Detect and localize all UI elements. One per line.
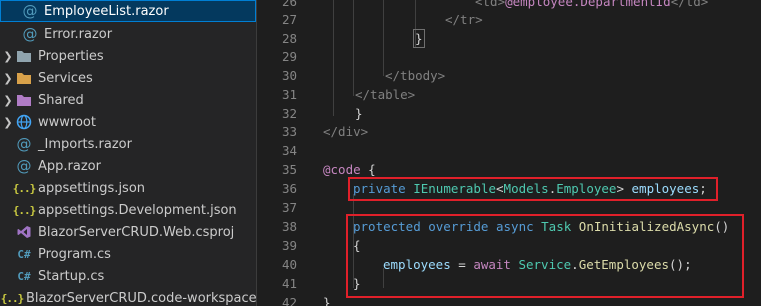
explorer-item-label: Error.razor: [44, 26, 113, 42]
explorer-item-label: BlazorServerCRUD.code-workspace: [26, 290, 256, 306]
explorer-item-app-razor[interactable]: @ App.razor: [0, 155, 256, 177]
code-line: 31 </table>: [257, 85, 761, 104]
line-number: 37: [281, 200, 297, 215]
line-number: 29: [281, 49, 297, 64]
explorer-item-startup-cs[interactable]: C# Startup.cs: [0, 265, 256, 287]
line-number: 38: [281, 219, 297, 234]
explorer-folder-wwwroot[interactable]: ❯ wwwroot: [0, 111, 256, 133]
razor-file-icon: @: [16, 157, 32, 175]
explorer-item-label: appsettings.Development.json: [38, 202, 237, 218]
line-number: 41: [281, 276, 297, 291]
code-line: 34: [257, 141, 761, 160]
csharp-file-icon: C#: [17, 269, 31, 283]
chevron-right-icon: ❯: [3, 49, 13, 63]
folder-icon: [16, 92, 32, 108]
code-line: 30 </tbody>: [257, 66, 761, 85]
web-folder-icon: [16, 114, 32, 130]
code-text: </table>: [355, 87, 416, 102]
highlight-box-field: [348, 177, 718, 201]
workspace-file-icon: {..}: [0, 291, 25, 305]
explorer-folder-services[interactable]: ❯ Services: [0, 67, 256, 89]
folder-icon: [16, 48, 32, 64]
explorer-item-appsettings-development-json[interactable]: {..} appsettings.Development.json: [0, 199, 256, 221]
code-line: 27 </tr>: [257, 10, 761, 29]
explorer-item-label: Services: [38, 70, 93, 86]
explorer-item-code-workspace[interactable]: {..} BlazorServerCRUD.code-workspace: [0, 287, 256, 306]
razor-file-icon: @: [16, 135, 32, 153]
explorer-item-label: Startup.cs: [38, 268, 105, 284]
chevron-right-icon: ❯: [3, 71, 13, 85]
line-number: 30: [281, 68, 297, 83]
explorer-item-label: EmployeeList.razor: [44, 3, 169, 19]
explorer-item-label: wwwroot: [38, 114, 96, 130]
razor-file-icon: @: [22, 2, 38, 20]
line-number: 27: [281, 12, 297, 27]
code-text: </tr>: [445, 12, 483, 27]
json-file-icon: {..}: [12, 181, 37, 195]
explorer-folder-shared[interactable]: ❯ Shared: [0, 89, 256, 111]
line-number: 31: [281, 87, 297, 102]
explorer-item-csproj[interactable]: BlazorServerCRUD.Web.csproj: [0, 221, 256, 243]
bracket-match-box: [413, 29, 425, 48]
highlight-box-method: [346, 214, 744, 298]
json-file-icon: {..}: [12, 203, 37, 217]
csharp-file-icon: C#: [17, 247, 31, 261]
explorer-item-label: Program.cs: [38, 246, 111, 262]
chevron-right-icon: ❯: [3, 93, 13, 107]
explorer-item-label: BlazorServerCRUD.Web.csproj: [38, 224, 235, 240]
code-text: }: [323, 295, 331, 306]
code-text: </div>: [323, 124, 369, 139]
explorer-item-employeelist-razor[interactable]: @ EmployeeList.razor: [0, 0, 256, 22]
explorer-item-label: _Imports.razor: [38, 136, 132, 152]
line-number: 40: [281, 257, 297, 272]
explorer-item-appsettings-json[interactable]: {..} appsettings.json: [0, 177, 256, 199]
code-text: </tbody>: [385, 68, 446, 83]
explorer-item-label: App.razor: [38, 158, 101, 174]
line-number: 36: [281, 181, 297, 196]
line-number: 34: [281, 143, 297, 158]
line-number: 39: [281, 238, 297, 253]
line-number: 35: [281, 162, 297, 177]
chevron-right-icon: ❯: [3, 115, 13, 129]
line-number: 28: [281, 31, 297, 46]
csproj-file-icon: [16, 224, 32, 240]
line-number: 33: [281, 124, 297, 139]
line-number: 32: [281, 106, 297, 121]
code-line: 32 }: [257, 104, 761, 123]
code-text: }: [355, 106, 363, 121]
code-line: 28 }: [257, 29, 761, 48]
explorer-folder-properties[interactable]: ❯ Properties: [0, 45, 256, 67]
code-line: 29: [257, 47, 761, 66]
explorer-item-label: appsettings.json: [38, 180, 146, 196]
explorer-item-imports-razor[interactable]: @ _Imports.razor: [0, 133, 256, 155]
line-number: 42: [281, 295, 297, 306]
explorer-item-program-cs[interactable]: C# Program.cs: [0, 243, 256, 265]
code-editor[interactable]: 26 <td>@employee.DepartmentId</td> 27 </…: [257, 0, 761, 306]
folder-icon: [16, 70, 32, 86]
file-explorer: @ EmployeeList.razor @ Error.razor ❯ Pro…: [0, 0, 256, 306]
vscode-window: @ EmployeeList.razor @ Error.razor ❯ Pro…: [0, 0, 761, 306]
line-number: 26: [281, 0, 297, 9]
explorer-item-label: Shared: [38, 92, 84, 108]
explorer-item-label: Properties: [38, 48, 104, 64]
razor-file-icon: @: [22, 25, 38, 43]
code-line: 33 </div>: [257, 122, 761, 141]
explorer-item-error-razor[interactable]: @ Error.razor: [0, 23, 256, 45]
